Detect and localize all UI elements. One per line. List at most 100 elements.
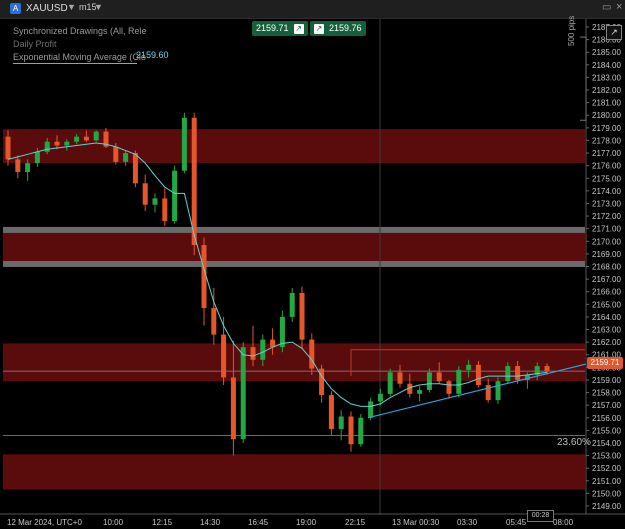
x-tick-label: 08:00 — [553, 518, 574, 527]
arrow-up-right-icon: ↗ — [293, 24, 304, 34]
candle-body — [54, 141, 60, 146]
y-tick-label: 2166.00 — [592, 288, 621, 297]
y-tick-label: 2155.00 — [592, 426, 621, 435]
candle-body — [289, 292, 295, 317]
y-tick-label: 2163.00 — [592, 326, 621, 335]
y-tick-label: 2176.00 — [592, 162, 621, 171]
candle — [456, 366, 462, 398]
y-tick-label: 2154.00 — [592, 439, 621, 448]
candle-body — [15, 159, 21, 172]
candle — [240, 342, 246, 443]
candle-body — [113, 146, 119, 162]
candle-body — [64, 141, 70, 146]
y-tick-label: 2156.00 — [592, 414, 621, 423]
candle-body — [397, 372, 403, 384]
candle — [93, 130, 99, 142]
candle-body — [25, 163, 31, 172]
candle-body — [34, 151, 40, 164]
candle-body — [436, 372, 442, 382]
x-tick-label: 22:15 — [345, 518, 366, 527]
x-tick-label: 16:45 — [248, 518, 269, 527]
candle-body — [172, 170, 178, 222]
candle-body — [446, 381, 452, 394]
grey-band-0 — [3, 226, 585, 233]
y-tick-label: 2175.00 — [592, 174, 621, 183]
x-tick-label: 12:15 — [152, 518, 173, 527]
candle — [387, 368, 393, 397]
candle-body — [495, 381, 501, 401]
candle-body — [250, 347, 256, 360]
candle-body — [377, 393, 383, 402]
x-tick-label: 19:00 — [296, 518, 317, 527]
y-tick-label: 2167.00 — [592, 275, 621, 284]
candle — [495, 377, 501, 404]
candle-body — [338, 416, 344, 430]
candle-body — [74, 136, 80, 142]
y-tick-label: 2169.00 — [592, 250, 621, 259]
y-tick-label: 2150.00 — [592, 489, 621, 498]
candle-body — [309, 339, 315, 369]
candle — [475, 361, 481, 388]
y-tick-label: 2182.00 — [592, 86, 621, 95]
candle-body — [44, 141, 50, 152]
y-tick-label: 2185.00 — [592, 48, 621, 57]
ema-value: 2159.60 — [136, 50, 169, 60]
ema-legend-underline — [13, 63, 137, 64]
y-tick-label: 2159.00 — [592, 376, 621, 385]
arrow-up-right-icon: ↗ — [314, 24, 324, 34]
sell-price: 2159.71 — [256, 23, 289, 33]
x-tick-label: 10:00 — [103, 518, 124, 527]
candle-body — [260, 339, 266, 360]
price-chart[interactable]: 2187.002186.002185.002184.002183.002182.… — [0, 0, 625, 529]
buy-price-button[interactable]: ↗ 2159.76 — [310, 21, 366, 36]
grey-band-1 — [3, 260, 585, 267]
y-tick-label: 2162.00 — [592, 338, 621, 347]
candle-body — [544, 366, 550, 372]
current-price-tag: 2159.71 — [587, 357, 623, 369]
legend-synchronized-drawings: Synchronized Drawings (All, Rele — [13, 26, 147, 36]
y-tick-label: 2183.00 — [592, 73, 621, 82]
y-tick-label: 2181.00 — [592, 99, 621, 108]
y-tick-label: 2152.00 — [592, 464, 621, 473]
y-tick-label: 2172.00 — [592, 212, 621, 221]
y-tick-label: 2178.00 — [592, 136, 621, 145]
x-tick-label: 14:30 — [200, 518, 221, 527]
pips-label: 500 pips — [567, 15, 576, 46]
candle — [172, 165, 178, 224]
candle-body — [211, 308, 217, 335]
candle-body — [426, 372, 432, 391]
candle-body — [515, 366, 521, 380]
y-tick-label: 2174.00 — [592, 187, 621, 196]
candle-body — [181, 117, 187, 171]
candle-body — [348, 416, 354, 445]
legend-ema: Exponential Moving Average (Clo — [13, 52, 146, 62]
candle-body — [358, 417, 364, 445]
candle-body — [162, 198, 168, 222]
candle-body — [279, 316, 285, 348]
y-tick-label: 2168.00 — [592, 263, 621, 272]
candle-body — [456, 369, 462, 394]
detach-chart-icon[interactable]: ↗ — [606, 25, 622, 40]
candle-body — [93, 131, 99, 141]
sell-price-button[interactable]: 2159.71 ↗ — [252, 21, 308, 36]
x-tick-label: 13 Mar 00:30 — [392, 518, 440, 527]
candle — [328, 391, 334, 436]
candle-body — [221, 334, 227, 378]
y-tick-label: 2171.00 — [592, 225, 621, 234]
y-tick-label: 2151.00 — [592, 477, 621, 486]
y-tick-label: 2177.00 — [592, 149, 621, 158]
y-tick-label: 2173.00 — [592, 199, 621, 208]
zone-2 — [3, 343, 585, 382]
y-tick-label: 2165.00 — [592, 300, 621, 309]
x-tick-label: 03:30 — [457, 518, 478, 527]
candle-body — [142, 183, 148, 205]
candle-body — [417, 390, 423, 394]
x-tick-label: 05:45 — [506, 518, 527, 527]
y-tick-label: 2149.00 — [592, 502, 621, 511]
y-tick-label: 2170.00 — [592, 237, 621, 246]
candle — [181, 112, 187, 174]
zone-1 — [3, 229, 585, 263]
buy-price: 2159.76 — [329, 23, 362, 33]
candle-body — [152, 198, 158, 205]
candle-body — [475, 364, 481, 385]
